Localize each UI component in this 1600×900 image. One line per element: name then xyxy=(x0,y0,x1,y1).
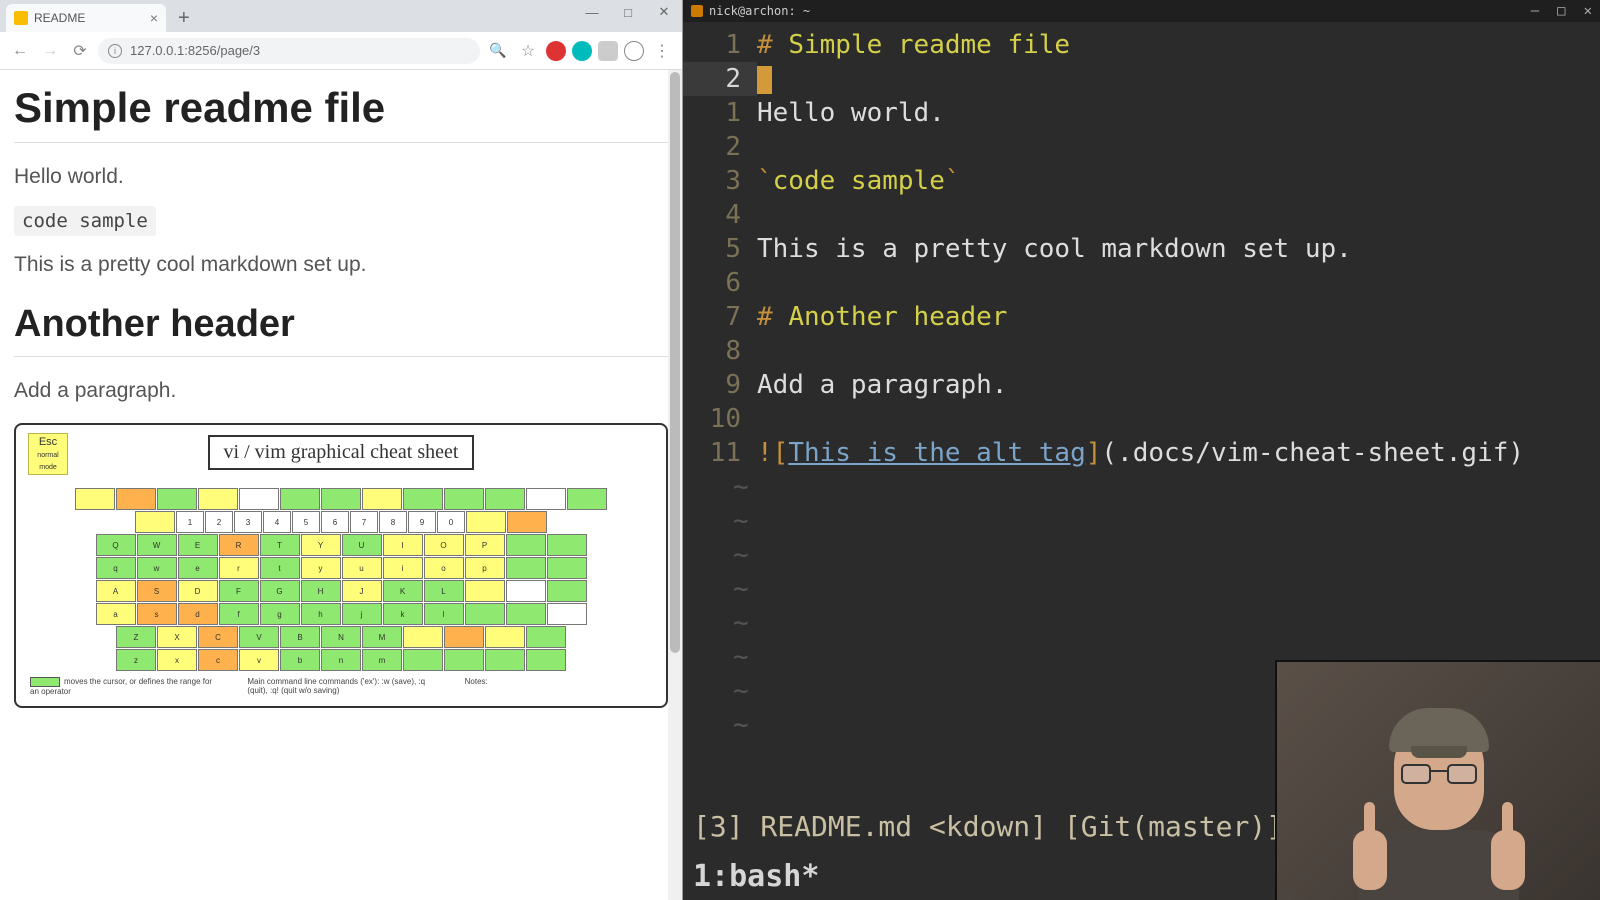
editor-line: 2 xyxy=(683,130,1600,164)
close-button[interactable]: ✕ xyxy=(646,0,682,24)
cheat-notes: moves the cursor, or defines the range f… xyxy=(24,677,658,696)
term-close-button[interactable]: ✕ xyxy=(1584,3,1592,19)
editor-line: 11![This is the alt tag](.docs/vim-cheat… xyxy=(683,436,1600,470)
editor-line: 4 xyxy=(683,198,1600,232)
nav-bar: ← → ⟳ i 127.0.0.1:8256/page/3 🔍 ☆ ⋮ xyxy=(0,32,682,70)
term-maximize-button[interactable]: □ xyxy=(1557,3,1565,19)
key-row-2: QWERTYUIOP xyxy=(24,534,658,556)
star-icon[interactable]: ☆ xyxy=(516,39,540,63)
profile-icon[interactable] xyxy=(624,41,644,61)
esc-key: Escnormal mode xyxy=(28,433,68,475)
search-icon[interactable]: 🔍 xyxy=(486,39,510,63)
page-content: Simple readme file Hello world. code sam… xyxy=(0,70,682,900)
person-silhouette xyxy=(1349,700,1529,900)
back-button[interactable]: ← xyxy=(8,39,32,63)
scrollbar-thumb[interactable] xyxy=(670,72,680,653)
editor-line: 6 xyxy=(683,266,1600,300)
page-heading-2: Another header xyxy=(14,303,668,357)
forward-button[interactable]: → xyxy=(38,39,62,63)
url-text: 127.0.0.1:8256/page/3 xyxy=(130,43,260,58)
maximize-button[interactable]: □ xyxy=(610,0,646,24)
paragraph-3: Add a paragraph. xyxy=(14,379,668,403)
terminal-icon xyxy=(691,5,703,17)
key-row-4: ASDFGHJKL xyxy=(24,580,658,602)
empty-line-tilde: ~ xyxy=(683,538,1600,572)
empty-line-tilde: ~ xyxy=(683,572,1600,606)
tab-title: README xyxy=(34,11,85,25)
browser-window: README × + — □ ✕ ← → ⟳ i 127.0.0.1:8256/… xyxy=(0,0,683,900)
empty-line-tilde: ~ xyxy=(683,504,1600,538)
minimize-button[interactable]: — xyxy=(574,0,610,24)
key-row-1 xyxy=(24,488,658,510)
window-controls: — □ ✕ xyxy=(574,0,682,24)
empty-line-tilde: ~ xyxy=(683,606,1600,640)
editor-line: 5This is a pretty cool markdown set up. xyxy=(683,232,1600,266)
editor-line: 8 xyxy=(683,334,1600,368)
menu-icon[interactable]: ⋮ xyxy=(650,39,674,63)
browser-tab[interactable]: README × xyxy=(6,4,166,32)
address-bar[interactable]: i 127.0.0.1:8256/page/3 xyxy=(98,38,480,64)
paragraph-2: This is a pretty cool markdown set up. xyxy=(14,253,668,277)
extension-icon-2[interactable] xyxy=(572,41,592,61)
editor-line: 2 xyxy=(683,62,1600,96)
terminal-title: nick@archon: ~ xyxy=(709,4,810,18)
editor-line: 3`code sample` xyxy=(683,164,1600,198)
paragraph-1: Hello world. xyxy=(14,165,668,189)
tab-close-icon[interactable]: × xyxy=(150,10,158,26)
empty-line-tilde: ~ xyxy=(683,470,1600,504)
key-row-5: asdfghjkl xyxy=(24,603,658,625)
scrollbar[interactable] xyxy=(668,70,682,900)
terminal-titlebar: nick@archon: ~ — □ ✕ xyxy=(683,0,1600,22)
editor-line: 1# Simple readme file xyxy=(683,28,1600,62)
editor-line: 9Add a paragraph. xyxy=(683,368,1600,402)
terminal-window: nick@archon: ~ — □ ✕ 1# Simple readme fi… xyxy=(683,0,1600,900)
key-row-num: 1234567890 xyxy=(24,511,658,533)
key-row-7: zxcvbnm xyxy=(24,649,658,671)
webcam-overlay xyxy=(1275,660,1600,900)
tab-bar: README × + — □ ✕ xyxy=(0,0,682,32)
reload-button[interactable]: ⟳ xyxy=(68,39,92,63)
editor-line: 7# Another header xyxy=(683,300,1600,334)
cheat-title: vi / vim graphical cheat sheet xyxy=(208,435,475,470)
favicon-icon xyxy=(14,11,28,25)
terminal-window-controls: — □ ✕ xyxy=(1531,3,1592,19)
page-heading-1: Simple readme file xyxy=(14,84,668,143)
code-block: code sample xyxy=(14,209,668,233)
editor-line: 1Hello world. xyxy=(683,96,1600,130)
key-row-6: ZXCVBNM xyxy=(24,626,658,648)
term-minimize-button[interactable]: — xyxy=(1531,3,1539,19)
extension-icon-3[interactable] xyxy=(598,41,618,61)
new-tab-button[interactable]: + xyxy=(166,4,202,32)
extension-icon-1[interactable] xyxy=(546,41,566,61)
site-info-icon[interactable]: i xyxy=(108,44,122,58)
editor-line: 10 xyxy=(683,402,1600,436)
key-row-3: qwertyuiop xyxy=(24,557,658,579)
cheat-sheet-image: Escnormal mode vi / vim graphical cheat … xyxy=(14,423,668,708)
